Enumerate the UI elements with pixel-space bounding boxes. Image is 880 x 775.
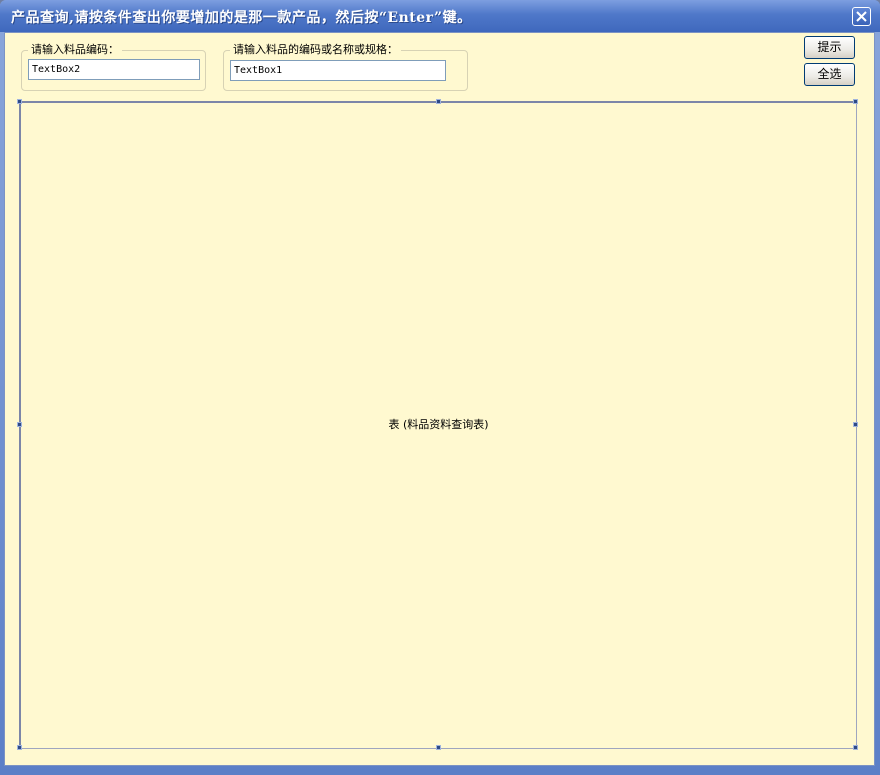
product-query-table[interactable]: 表 (料品资料查询表) [19,101,857,749]
resize-handle-top-middle[interactable] [436,99,441,104]
select-all-button[interactable]: 全选 [804,63,855,86]
resize-handle-top-right[interactable] [853,99,858,104]
spec-groupbox-label: 请输入料品的编码或名称或规格： [230,43,401,57]
code-groupbox: 请输入料品编码： TextBox2 [21,43,206,91]
resize-handle-bottom-middle[interactable] [436,745,441,750]
spec-groupbox: 请输入料品的编码或名称或规格： TextBox1 [223,43,468,91]
close-button[interactable] [852,7,871,26]
spec-input[interactable]: TextBox1 [230,60,446,81]
resize-handle-bottom-left[interactable] [17,745,22,750]
close-icon [856,11,867,22]
resize-handle-top-left[interactable] [17,99,22,104]
window: 产品查询,请按条件查出你要增加的是那一款产品，然后按“Enter”键。 请输入料… [0,0,880,775]
resize-handle-bottom-right[interactable] [853,745,858,750]
resize-handle-middle-right[interactable] [853,422,858,427]
window-title: 产品查询,请按条件查出你要增加的是那一款产品，然后按“Enter”键。 [11,10,472,26]
hint-button[interactable]: 提示 [804,36,855,59]
table-caption: 表 (料品资料查询表) [388,418,489,431]
title-bar[interactable]: 产品查询,请按条件查出你要增加的是那一款产品，然后按“Enter”键。 [0,0,880,32]
resize-handle-middle-left[interactable] [17,422,22,427]
code-input[interactable]: TextBox2 [28,59,200,80]
form-client-area: 请输入料品编码： TextBox2 请输入料品的编码或名称或规格： TextBo… [4,32,875,766]
code-groupbox-label: 请输入料品编码： [28,43,122,57]
